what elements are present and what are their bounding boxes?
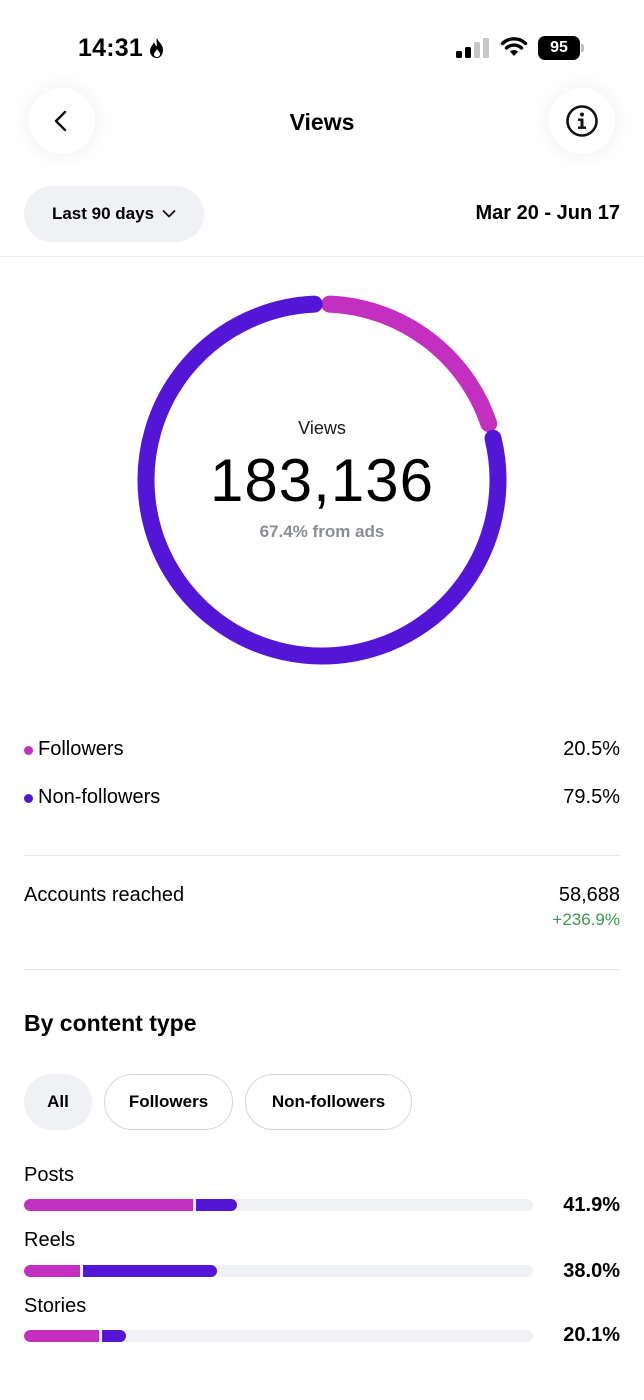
status-time: 14:31: [78, 34, 143, 62]
legend-item-non-followers: Non-followers 79.5%: [24, 784, 620, 814]
divider: [24, 855, 620, 856]
flame-icon: [150, 38, 163, 58]
content-type-label: Posts: [24, 1164, 75, 1186]
date-range-text: Mar 20 - Jun 17: [475, 202, 620, 224]
followers-dot: [24, 746, 33, 755]
nav-bar: Views: [0, 88, 644, 160]
section-title: By content type: [24, 1010, 197, 1036]
info-button[interactable]: [549, 88, 615, 154]
legend-value: 20.5%: [563, 738, 620, 760]
divider: [24, 969, 620, 970]
bar-segment-followers: [24, 1265, 81, 1277]
divider: [0, 256, 644, 257]
donut-label: Views: [298, 418, 346, 438]
non-followers-dot: [24, 794, 33, 803]
cellular-signal-icon: [456, 38, 489, 58]
content-type-label: Reels: [24, 1229, 76, 1251]
bar-segment-non-followers: [195, 1199, 238, 1211]
legend-value: 79.5%: [563, 786, 620, 808]
info-circle-icon: [566, 105, 598, 137]
date-range-dropdown[interactable]: Last 90 days: [24, 186, 204, 242]
legend-label: Followers: [38, 738, 124, 760]
content-type-percent: 41.9%: [563, 1194, 620, 1216]
content-type-bar: [24, 1265, 533, 1277]
tab-non-followers[interactable]: Non-followers: [245, 1074, 412, 1130]
content-type-percent: 20.1%: [563, 1324, 620, 1346]
content-type-percent: 38.0%: [563, 1260, 620, 1282]
date-range-dropdown-label: Last 90 days: [51, 204, 155, 223]
accounts-reached-value: 58,688: [558, 884, 620, 906]
ads-share: 67.4% from ads: [259, 522, 385, 541]
bar-segment-non-followers: [101, 1330, 127, 1342]
page-title: Views: [289, 109, 355, 135]
tab-all[interactable]: All: [24, 1074, 92, 1130]
legend-label: Non-followers: [38, 786, 161, 808]
content-type-bar: [24, 1199, 533, 1211]
accounts-reached-label: Accounts reached: [24, 884, 185, 906]
legend-item-followers: Followers 20.5%: [24, 736, 620, 766]
tab-followers[interactable]: Followers: [104, 1074, 233, 1130]
battery-icon: 95: [538, 36, 586, 60]
content-type-bar: [24, 1330, 533, 1342]
chevron-down-icon: [162, 210, 176, 218]
battery-level: 95: [538, 36, 580, 60]
wifi-icon: [500, 37, 528, 56]
accounts-reached-change: +236.9%: [552, 910, 620, 929]
views-total: 183,136: [210, 447, 434, 514]
status-bar: 14:31 95: [0, 0, 644, 80]
content-type-label: Stories: [24, 1295, 87, 1317]
bar-segment-non-followers: [83, 1265, 218, 1277]
bar-segment-followers: [24, 1330, 99, 1342]
bar-segment-followers: [24, 1199, 193, 1211]
donut-center: Views 183,136 67.4% from ads: [130, 288, 514, 672]
